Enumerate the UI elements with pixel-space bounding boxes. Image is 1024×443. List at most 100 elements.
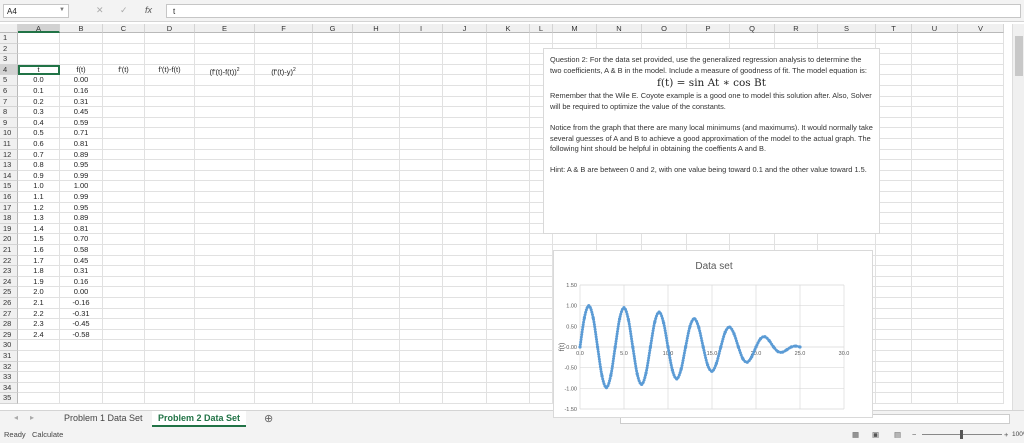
cell-ft[interactable]: 1.00: [60, 181, 103, 192]
cell[interactable]: [18, 340, 60, 351]
cell[interactable]: [103, 276, 145, 288]
cell[interactable]: [912, 393, 958, 404]
cell[interactable]: [876, 107, 912, 118]
cell[interactable]: [313, 149, 353, 161]
column-header-R[interactable]: R: [775, 24, 818, 33]
cell[interactable]: [60, 351, 103, 362]
cell[interactable]: [255, 192, 313, 203]
cell[interactable]: [255, 234, 313, 245]
cell[interactable]: [958, 382, 1004, 394]
cell[interactable]: [958, 255, 1004, 267]
row-header[interactable]: 9: [0, 117, 18, 129]
cell[interactable]: [530, 245, 553, 256]
cell[interactable]: [195, 382, 255, 394]
cell[interactable]: [313, 96, 353, 108]
cell[interactable]: [18, 361, 60, 373]
cell[interactable]: [255, 393, 313, 404]
cell[interactable]: [255, 170, 313, 182]
cell[interactable]: [400, 170, 443, 182]
cell-ft[interactable]: 0.71: [60, 128, 103, 139]
row-header[interactable]: 1: [0, 33, 18, 44]
tab-problem-2[interactable]: Problem 2 Data Set: [152, 411, 247, 427]
cell[interactable]: [487, 319, 530, 330]
cell[interactable]: [103, 223, 145, 235]
cell[interactable]: [313, 245, 353, 256]
cell[interactable]: [912, 192, 958, 203]
cell[interactable]: [958, 75, 1004, 86]
cell[interactable]: [400, 393, 443, 404]
cell[interactable]: [400, 287, 443, 298]
cell[interactable]: [876, 139, 912, 150]
cell-ft[interactable]: 0.58: [60, 245, 103, 256]
column-header-F[interactable]: F: [255, 24, 313, 33]
cell[interactable]: f(t): [60, 64, 103, 76]
column-header-A[interactable]: A: [18, 24, 60, 33]
selected-cell[interactable]: t: [18, 64, 60, 76]
cell[interactable]: (f'(t)-y)2: [255, 64, 313, 76]
cell[interactable]: [353, 234, 400, 245]
cell[interactable]: [443, 86, 487, 97]
cell[interactable]: [876, 149, 912, 161]
cell[interactable]: [313, 160, 353, 171]
cell[interactable]: [255, 107, 313, 118]
cell[interactable]: [443, 75, 487, 86]
cell[interactable]: [60, 372, 103, 383]
cell[interactable]: [912, 96, 958, 108]
cell-t[interactable]: 1.2: [18, 202, 60, 214]
cell[interactable]: [103, 287, 145, 298]
cell[interactable]: [255, 319, 313, 330]
cell-t[interactable]: 2.3: [18, 319, 60, 330]
cell[interactable]: [103, 107, 145, 118]
cell[interactable]: [487, 139, 530, 150]
column-header-M[interactable]: M: [553, 24, 597, 33]
cell[interactable]: [255, 340, 313, 351]
cell-ft[interactable]: 0.45: [60, 107, 103, 118]
cell[interactable]: [912, 170, 958, 182]
cell[interactable]: [912, 234, 958, 245]
cell[interactable]: [195, 234, 255, 245]
cell[interactable]: [313, 192, 353, 203]
cell[interactable]: [103, 308, 145, 320]
cell[interactable]: [313, 298, 353, 309]
enter-icon[interactable]: ✓: [120, 5, 128, 16]
cell[interactable]: [487, 170, 530, 182]
cell[interactable]: [443, 361, 487, 373]
cell[interactable]: [313, 340, 353, 351]
cell[interactable]: [103, 128, 145, 139]
cell[interactable]: [195, 107, 255, 118]
cell[interactable]: [195, 117, 255, 129]
cell[interactable]: [400, 223, 443, 235]
cell[interactable]: [400, 319, 443, 330]
cell[interactable]: [195, 33, 255, 44]
cell[interactable]: [400, 340, 443, 351]
cell[interactable]: [313, 266, 353, 277]
cell[interactable]: [60, 361, 103, 373]
cell[interactable]: [313, 202, 353, 214]
cell[interactable]: [145, 287, 195, 298]
cell[interactable]: [487, 393, 530, 404]
cell[interactable]: [195, 54, 255, 65]
cell[interactable]: [103, 149, 145, 161]
cell[interactable]: [530, 361, 553, 373]
cell[interactable]: [443, 319, 487, 330]
function-icon[interactable]: fx: [145, 5, 152, 15]
cell[interactable]: [195, 329, 255, 341]
cell[interactable]: [642, 234, 687, 245]
cell[interactable]: [443, 107, 487, 118]
cell[interactable]: [876, 223, 912, 235]
cell[interactable]: [487, 54, 530, 65]
column-header-K[interactable]: K: [487, 24, 530, 33]
cell[interactable]: [443, 213, 487, 224]
cell[interactable]: [353, 372, 400, 383]
cell[interactable]: [958, 170, 1004, 182]
cell[interactable]: [876, 308, 912, 320]
cell[interactable]: [958, 54, 1004, 65]
row-header[interactable]: 17: [0, 202, 18, 214]
cell[interactable]: [530, 329, 553, 341]
row-header[interactable]: 34: [0, 382, 18, 394]
cell[interactable]: [353, 393, 400, 404]
cell[interactable]: [912, 361, 958, 373]
cell-t[interactable]: 0.0: [18, 75, 60, 86]
column-header-S[interactable]: S: [818, 24, 876, 33]
cell[interactable]: [313, 213, 353, 224]
